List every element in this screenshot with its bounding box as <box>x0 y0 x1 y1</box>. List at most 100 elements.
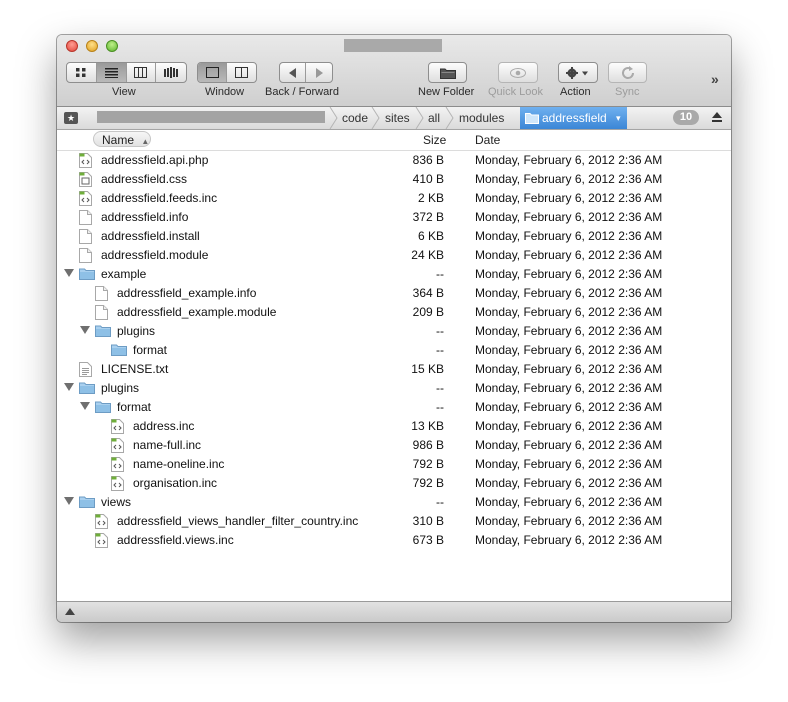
breadcrumb-current-folder[interactable]: addressfield ▾ <box>520 107 627 129</box>
code-file-icon <box>79 191 92 209</box>
column-view-button[interactable] <box>127 63 157 82</box>
disclosure-triangle-open-icon[interactable] <box>80 326 90 334</box>
expand-panel-icon[interactable] <box>65 608 75 615</box>
new-folder-icon <box>439 68 456 79</box>
file-size: -- <box>436 400 444 414</box>
breadcrumb-all[interactable]: all <box>428 107 440 129</box>
quick-look-button[interactable] <box>498 62 538 83</box>
date-column-header[interactable]: Date <box>475 130 500 150</box>
file-date: Monday, February 6, 2012 2:36 AM <box>475 400 663 414</box>
file-name: addressfield.info <box>101 210 189 224</box>
file-size: 364 B <box>412 286 444 300</box>
code-file-icon <box>111 438 124 456</box>
file-name: organisation.inc <box>133 476 218 490</box>
disclosure-triangle-open-icon[interactable] <box>64 383 74 391</box>
back-button[interactable] <box>280 63 307 82</box>
sync-icon <box>621 65 634 79</box>
file-list: addressfield.api.php 836 B Monday, Februar… <box>57 151 731 550</box>
file-size: -- <box>436 381 444 395</box>
file-name: addressfield_example.info <box>117 286 257 300</box>
disclosure-triangle-open-icon[interactable] <box>64 497 74 505</box>
minimize-button[interactable] <box>86 40 98 52</box>
file-size: 410 B <box>412 172 444 186</box>
new-folder-label: New Folder <box>418 86 475 98</box>
file-size: 13 KB <box>411 419 444 433</box>
breadcrumb-sites[interactable]: sites <box>385 107 410 129</box>
file-row[interactable]: name-oneline.inc 792 B Monday, February 6,… <box>57 455 731 474</box>
file-row[interactable]: name-full.inc 986 B Monday, February 6, 20… <box>57 436 731 455</box>
close-button[interactable] <box>66 40 78 52</box>
icon-view-button[interactable] <box>67 63 97 82</box>
disclosure-triangle-open-icon[interactable] <box>80 402 90 410</box>
zoom-button[interactable] <box>106 40 118 52</box>
folder-icon <box>95 324 111 340</box>
file-row[interactable]: addressfield_views_handler_filter_countr… <box>57 512 731 531</box>
size-column-header[interactable]: Size <box>423 130 446 150</box>
blank-file-icon <box>79 210 92 228</box>
path-bar: ★ code sites all modules addressfield ▾ … <box>57 107 731 130</box>
file-size: 15 KB <box>411 362 444 376</box>
file-row[interactable]: addressfield.feeds.inc 2 KB Monday, Februa… <box>57 189 731 208</box>
folder-row[interactable]: plugins -- Monday, February 6, 2012 2:36 A… <box>57 379 731 398</box>
folder-icon <box>79 381 95 397</box>
file-date: Monday, February 6, 2012 2:36 AM <box>475 495 663 509</box>
code-file-icon <box>111 476 124 494</box>
view-segmented-control[interactable] <box>66 62 187 83</box>
file-row[interactable]: addressfield.info 372 B Monday, February 6… <box>57 208 731 227</box>
file-size: 6 KB <box>417 229 444 243</box>
file-size: 24 KB <box>411 248 444 262</box>
folder-row[interactable]: example -- Monday, February 6, 2012 2:36 A… <box>57 265 731 284</box>
folder-row[interactable]: views -- Monday, February 6, 2012 2:36 AM <box>57 493 731 512</box>
file-date: Monday, February 6, 2012 2:36 AM <box>475 381 663 395</box>
file-name: name-full.inc <box>133 438 202 452</box>
name-column-header[interactable]: Name ▲ <box>93 131 151 147</box>
eject-icon[interactable] <box>711 111 723 123</box>
name-column-label: Name <box>102 133 135 147</box>
file-row[interactable]: organisation.inc 792 B Monday, February 6,… <box>57 474 731 493</box>
file-row[interactable]: addressfield.module 24 KB Monday, February… <box>57 246 731 265</box>
file-row[interactable]: addressfield_example.info 364 B Monday, Fe… <box>57 284 731 303</box>
file-size: 372 B <box>412 210 444 224</box>
favorites-star-icon[interactable]: ★ <box>64 112 78 124</box>
breadcrumb-redacted-segment[interactable] <box>97 111 325 123</box>
window-segmented-control[interactable] <box>197 62 257 83</box>
file-size: 792 B <box>412 457 444 471</box>
file-size: 2 KB <box>417 191 444 205</box>
back-forward-control[interactable] <box>279 62 333 83</box>
list-view-button[interactable] <box>96 63 127 82</box>
coverflow-view-button[interactable] <box>156 63 186 82</box>
forward-button[interactable] <box>306 63 332 82</box>
action-menu-button[interactable] <box>558 62 598 83</box>
file-row[interactable]: addressfield_example.module 209 B Monday, … <box>57 303 731 322</box>
file-row[interactable]: addressfield.api.php 836 B Monday, Februar… <box>57 151 731 170</box>
breadcrumb-code[interactable]: code <box>342 107 368 129</box>
new-folder-button[interactable] <box>428 62 467 83</box>
folder-row[interactable]: plugins -- Monday, February 6, 2012 2:36 A… <box>57 322 731 341</box>
sync-button[interactable] <box>608 62 647 83</box>
breadcrumb-modules[interactable]: modules <box>459 107 504 129</box>
file-row[interactable]: LICENSE.txt 15 KB Monday, February 6, 2012… <box>57 360 731 379</box>
file-row[interactable]: addressfield.views.inc 673 B Monday, Febru… <box>57 531 731 550</box>
column-header: Name ▲ Size Date <box>57 130 731 151</box>
file-date: Monday, February 6, 2012 2:36 AM <box>475 457 663 471</box>
file-size: 673 B <box>412 533 444 547</box>
folder-row[interactable]: format -- Monday, February 6, 2012 2:36 AM <box>57 398 731 417</box>
file-date: Monday, February 6, 2012 2:36 AM <box>475 248 663 262</box>
folder-row[interactable]: format -- Monday, February 6, 2012 2:36 AM <box>57 341 731 360</box>
file-row[interactable]: addressfield.css 410 B Monday, February 6,… <box>57 170 731 189</box>
file-row[interactable]: address.inc 13 KB Monday, February 6, 2012… <box>57 417 731 436</box>
file-row[interactable]: addressfield.install 6 KB Monday, February… <box>57 227 731 246</box>
disclosure-triangle-open-icon[interactable] <box>64 269 74 277</box>
window-dual-button[interactable] <box>227 63 256 82</box>
folder-icon <box>525 113 539 124</box>
file-date: Monday, February 6, 2012 2:36 AM <box>475 286 663 300</box>
toolbar-overflow-button[interactable]: » <box>711 71 719 87</box>
file-name: addressfield.module <box>101 248 209 262</box>
breadcrumb-separator-icon <box>329 107 338 129</box>
file-name: addressfield.api.php <box>101 153 209 167</box>
css-file-icon <box>79 172 92 190</box>
file-date: Monday, February 6, 2012 2:36 AM <box>475 172 663 186</box>
breadcrumb-separator-icon <box>445 107 454 129</box>
file-name: plugins <box>101 381 140 395</box>
window-single-button[interactable] <box>198 63 228 82</box>
